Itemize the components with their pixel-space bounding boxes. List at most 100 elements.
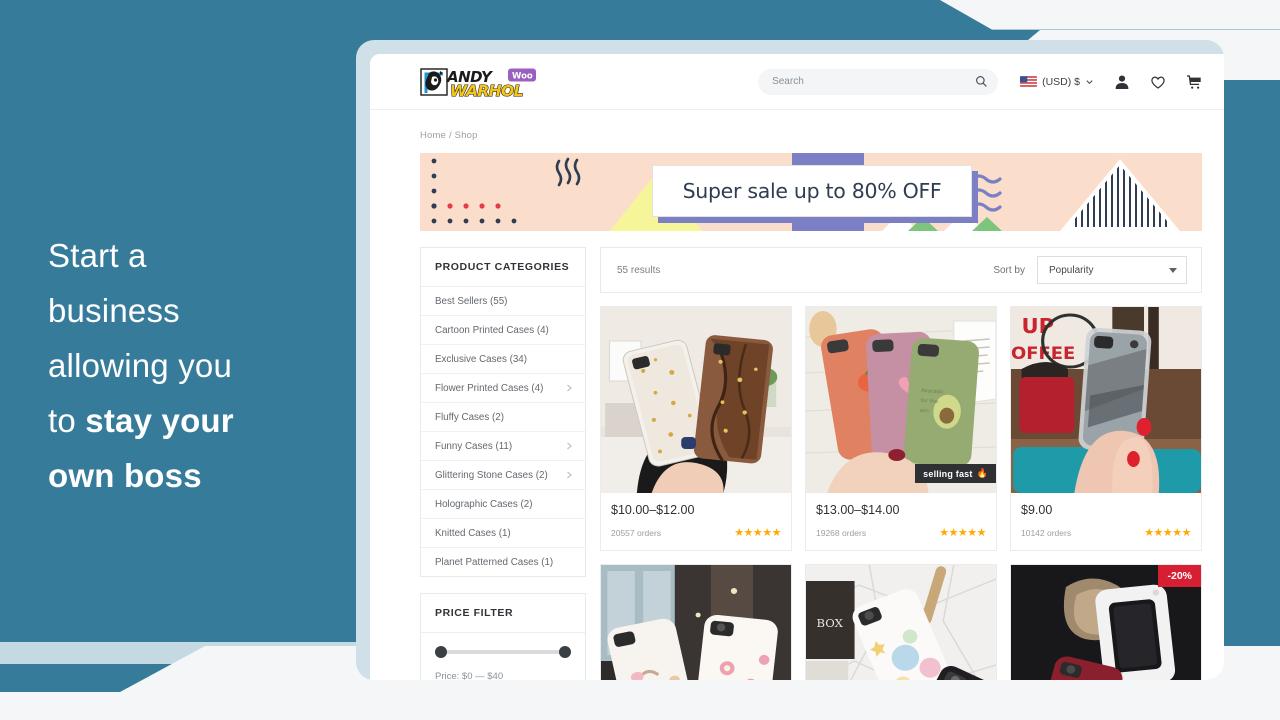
product-orders: 19268 orders bbox=[816, 527, 867, 538]
sidebar-item-flower-printed-cases[interactable]: Flower Printed Cases (4) bbox=[421, 374, 585, 403]
sidebar-item-best-sellers[interactable]: Best Sellers (55) bbox=[421, 287, 585, 316]
chevron-down-icon[interactable] bbox=[1085, 77, 1094, 86]
product-image-mirror-case-cafe[interactable]: UP OFFEE bbox=[1011, 307, 1201, 493]
product-image-pastel-fruit-cases[interactable]: Avocado for the win selling fast 🔥 bbox=[806, 307, 996, 493]
sort-select[interactable]: Popularity bbox=[1037, 256, 1187, 284]
product-card[interactable]: Avocado for the win selling fast 🔥 $13.0… bbox=[805, 306, 997, 551]
promo-line-4-bold: stay your bbox=[85, 402, 234, 439]
product-price: $10.00–$12.00 bbox=[611, 503, 695, 517]
sidebar-item-exclusive-cases[interactable]: Exclusive Cases (34) bbox=[421, 345, 585, 374]
product-meta: 10142 orders ★★★★★ bbox=[1021, 526, 1191, 539]
sidebar-item-cartoon-printed-cases[interactable]: Cartoon Printed Cases (4) bbox=[421, 316, 585, 345]
product-rating-stars: ★★★★★ bbox=[734, 527, 781, 539]
category-list: Best Sellers (55) Cartoon Printed Cases … bbox=[421, 287, 585, 576]
product-image-floral-cases[interactable] bbox=[601, 565, 791, 680]
sidebar-item-holographic-cases[interactable]: Holographic Cases (2) bbox=[421, 490, 585, 519]
product-meta: 19268 orders ★★★★★ bbox=[816, 526, 986, 539]
promo-line-3: allowing you bbox=[48, 347, 233, 384]
heart-icon[interactable] bbox=[1150, 74, 1166, 90]
product-card[interactable]: -20% bbox=[1010, 564, 1202, 680]
sidebar-item-knitted-cases[interactable]: Knitted Cases (1) bbox=[421, 519, 585, 548]
price-filter-panel: PRICE FILTER Price: $0 — $40 bbox=[420, 593, 586, 680]
svg-text:WARHOL: WARHOL bbox=[450, 82, 523, 99]
svg-text:Woo: Woo bbox=[512, 71, 533, 81]
product-info: $13.00–$14.00 19268 orders ★★★★★ bbox=[806, 493, 996, 550]
category-label: Holographic Cases (2) bbox=[435, 498, 533, 510]
us-flag-icon bbox=[1020, 76, 1038, 87]
promo-line-4-prefix: to bbox=[48, 402, 86, 439]
sidebar: PRODUCT CATEGORIES Best Sellers (55) Car… bbox=[420, 247, 586, 680]
category-label: Exclusive Cases (34) bbox=[435, 353, 528, 365]
product-grid: $10.00–$12.00 20557 orders ★★★★★ Avocado… bbox=[600, 306, 1202, 680]
discount-badge: -20% bbox=[1158, 565, 1201, 587]
sidebar-item-glittering-stone-cases[interactable]: Glittering Stone Cases (2) bbox=[421, 461, 585, 490]
promo-line-5-bold: own boss bbox=[48, 457, 202, 494]
search-input[interactable] bbox=[772, 76, 976, 87]
product-card[interactable]: UP OFFEE $9.00 10142 orders ★★★★★ bbox=[1010, 306, 1202, 551]
slider-handle-max[interactable] bbox=[559, 646, 571, 658]
slider-handle-min[interactable] bbox=[435, 646, 447, 658]
product-meta: 20557 orders ★★★★★ bbox=[611, 526, 781, 539]
results-count: 55 results bbox=[617, 264, 661, 276]
currency-selector[interactable]: (USD) $ bbox=[1020, 76, 1094, 88]
product-results: 55 results Sort by Popularity $10.00–$12… bbox=[600, 247, 1202, 680]
category-label: Cartoon Printed Cases (4) bbox=[435, 324, 549, 336]
product-image-marble-gold-cases[interactable] bbox=[601, 307, 791, 493]
price-range-label: Price: $0 — $40 bbox=[435, 671, 504, 680]
site-logo[interactable]: ANDY Woo WARHOL bbox=[420, 65, 550, 99]
product-card[interactable] bbox=[600, 564, 792, 680]
fire-icon: 🔥 bbox=[976, 468, 988, 478]
search-box[interactable] bbox=[758, 68, 999, 95]
sidebar-item-planet-patterned-cases[interactable]: Planet Patterned Cases (1) bbox=[421, 548, 585, 576]
cart-icon[interactable] bbox=[1186, 74, 1202, 90]
sort-by-label: Sort by bbox=[993, 264, 1025, 276]
product-price: $13.00–$14.00 bbox=[816, 503, 900, 517]
badge-label: selling fast bbox=[923, 468, 973, 479]
category-label: Best Sellers (55) bbox=[435, 295, 508, 307]
user-icon[interactable] bbox=[1114, 74, 1130, 90]
price-filter-title: PRICE FILTER bbox=[421, 594, 585, 633]
price-range-slider[interactable] bbox=[435, 645, 571, 659]
product-rating-stars: ★★★★★ bbox=[1144, 527, 1191, 539]
product-info: $9.00 10142 orders ★★★★★ bbox=[1011, 493, 1201, 550]
product-card[interactable]: $10.00–$12.00 20557 orders ★★★★★ bbox=[600, 306, 792, 551]
promo-line-1: Start a bbox=[48, 237, 147, 274]
category-label: Flower Printed Cases (4) bbox=[435, 382, 544, 394]
product-rating-stars: ★★★★★ bbox=[939, 527, 986, 539]
currency-label: (USD) $ bbox=[1042, 75, 1080, 88]
chevron-right-icon[interactable] bbox=[565, 442, 573, 450]
price-filter-body: Price: $0 — $40 bbox=[421, 633, 585, 680]
promo-headline: Start a business allowing you to stay yo… bbox=[48, 228, 338, 503]
results-toolbar: 55 results Sort by Popularity bbox=[600, 247, 1202, 293]
shop-columns: PRODUCT CATEGORIES Best Sellers (55) Car… bbox=[420, 247, 1202, 680]
sort-selected-value: Popularity bbox=[1049, 264, 1094, 276]
site-header: ANDY Woo WARHOL Search (USD) $ bbox=[370, 54, 1224, 110]
product-categories-title: PRODUCT CATEGORIES bbox=[421, 248, 585, 287]
product-image-selfie-light-case[interactable]: -20% bbox=[1011, 565, 1201, 680]
shop-page: Home / Shop Super sale up to 80% OFF PRO… bbox=[370, 110, 1224, 680]
product-image-pastel-marble-cases[interactable]: BOX bbox=[806, 565, 996, 680]
category-label: Knitted Cases (1) bbox=[435, 527, 511, 539]
banner-text: Super sale up to 80% OFF bbox=[652, 165, 972, 217]
svg-text:for the: for the bbox=[920, 398, 938, 405]
product-info: $10.00–$12.00 20557 orders ★★★★★ bbox=[601, 493, 791, 550]
category-label: Planet Patterned Cases (1) bbox=[435, 556, 554, 568]
sort-controls: Sort by Popularity bbox=[993, 256, 1187, 284]
promo-banner[interactable]: Super sale up to 80% OFF bbox=[420, 153, 1202, 231]
sidebar-item-fluffy-cases[interactable]: Fluffy Cases (2) bbox=[421, 403, 585, 432]
category-label: Fluffy Cases (2) bbox=[435, 411, 504, 423]
device-frame: ANDY Woo WARHOL Search (USD) $ Home / Sh… bbox=[356, 40, 1224, 680]
chevron-right-icon[interactable] bbox=[565, 471, 573, 479]
product-card[interactable]: BOX bbox=[805, 564, 997, 680]
sidebar-item-funny-cases[interactable]: Funny Cases (11) bbox=[421, 432, 585, 461]
chevron-right-icon[interactable] bbox=[565, 384, 573, 392]
category-label: Glittering Stone Cases (2) bbox=[435, 469, 548, 481]
chevron-down-icon[interactable] bbox=[1169, 267, 1177, 273]
search-icon[interactable] bbox=[975, 75, 988, 88]
slider-track bbox=[435, 650, 571, 654]
selling-fast-badge: selling fast 🔥 bbox=[915, 464, 996, 483]
product-categories-panel: PRODUCT CATEGORIES Best Sellers (55) Car… bbox=[420, 247, 586, 577]
svg-text:win: win bbox=[919, 408, 929, 414]
category-label: Funny Cases (11) bbox=[435, 440, 513, 452]
breadcrumb[interactable]: Home / Shop bbox=[420, 110, 1202, 153]
